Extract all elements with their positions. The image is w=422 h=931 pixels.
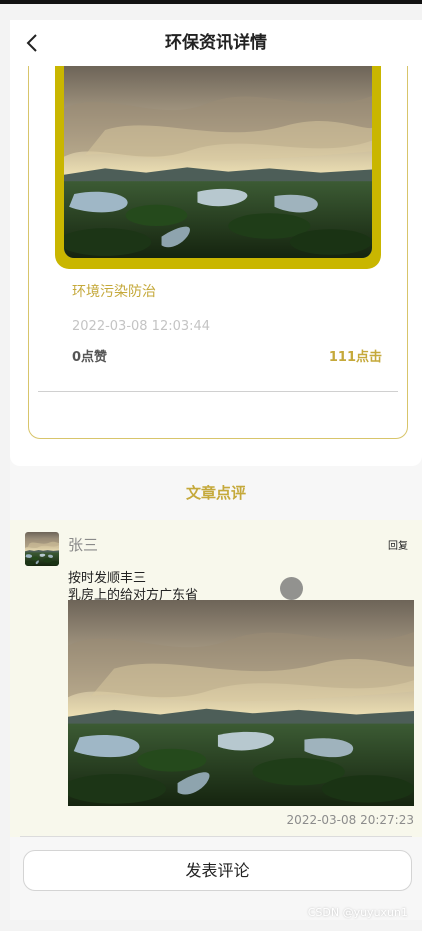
click-count: 111点击	[328, 350, 382, 365]
comment-image[interactable]	[68, 600, 414, 806]
divider	[20, 836, 412, 837]
divider	[38, 391, 398, 392]
avatar[interactable]	[25, 532, 59, 566]
comment-username: 张三	[68, 536, 99, 554]
page-title: 环保资讯详情	[165, 33, 267, 53]
news-category: 环境污染防治	[72, 284, 156, 300]
watermark: CSDN @yuyuxun1	[307, 906, 408, 919]
reply-button[interactable]: 回复	[388, 537, 408, 552]
news-time: 2022-03-08 12:03:44	[72, 319, 211, 334]
touch-indicator	[280, 577, 303, 600]
app-screen: 环保资讯详情 环境污染防治 2022-03-08 12:03:44 0点赞 11…	[10, 20, 422, 920]
like-count[interactable]: 0点赞	[72, 346, 107, 365]
status-bar	[0, 0, 422, 4]
news-image[interactable]	[64, 66, 372, 258]
comments-heading: 文章点评	[185, 484, 246, 502]
comment-time: 2022-03-08 20:27:23	[286, 813, 414, 827]
comment-item: 张三 回复 按时发顺丰三 乳房上的给对方广东省 2022-03-08 20:27…	[10, 520, 422, 837]
news-card: 环境污染防治 2022-03-08 12:03:44 0点赞 111点击	[28, 66, 408, 439]
top-nav-bar: 环保资讯详情	[10, 20, 422, 66]
news-image-frame	[55, 66, 381, 269]
post-comment-button[interactable]: 发表评论	[23, 850, 412, 891]
